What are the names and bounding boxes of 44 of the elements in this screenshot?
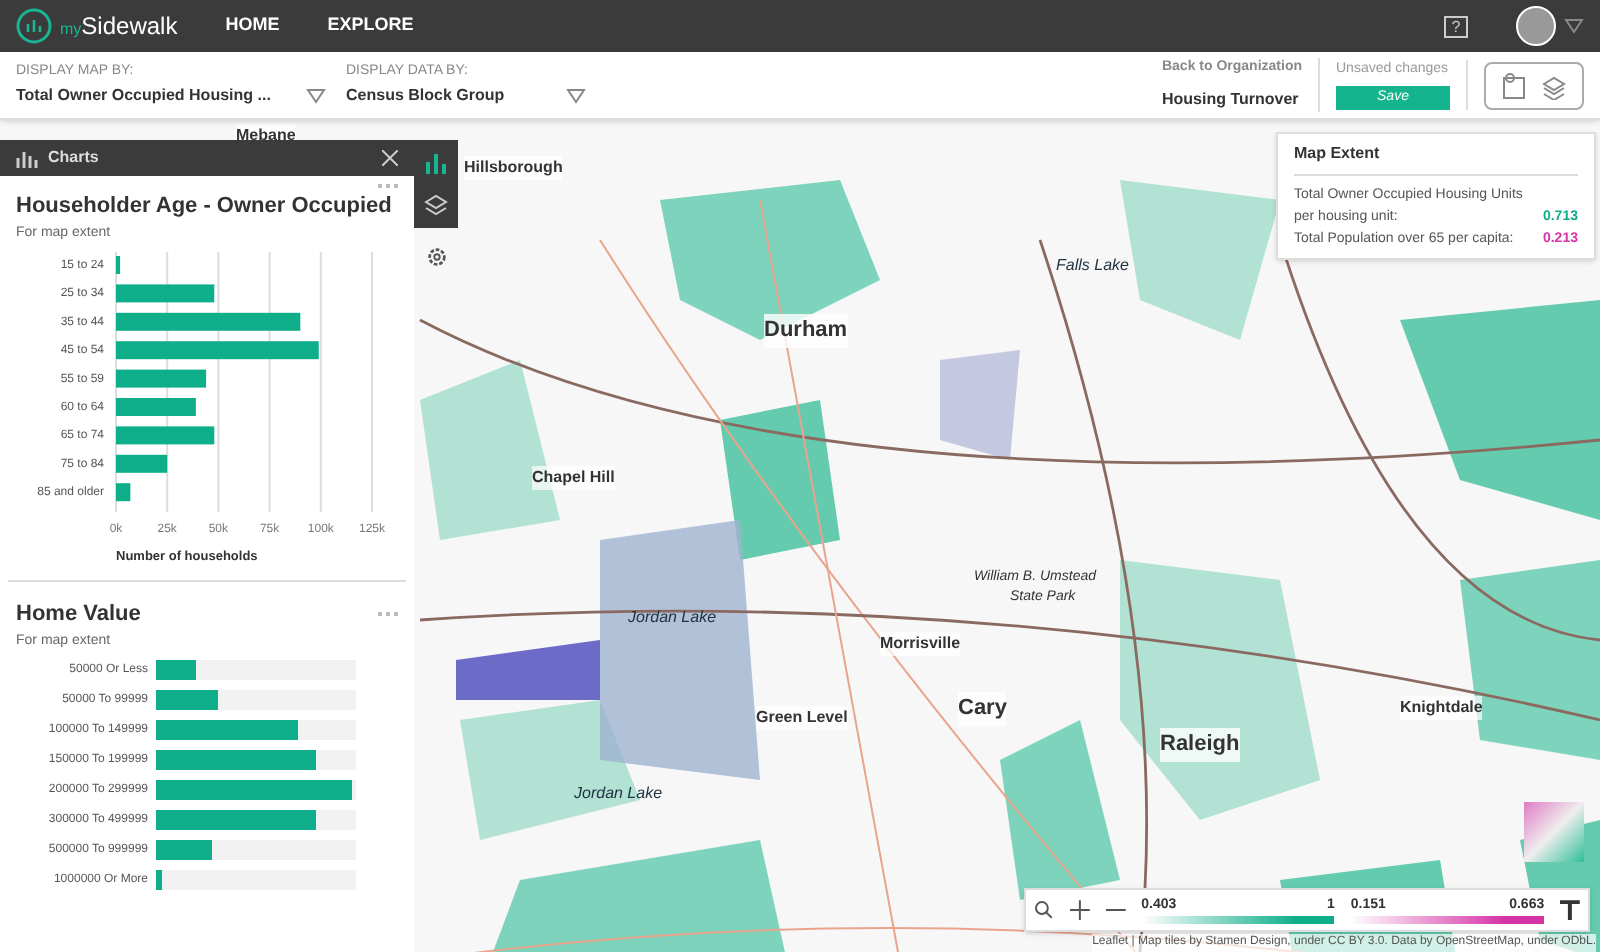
bar [116,369,207,388]
panel-title: Charts [48,146,99,170]
logo-icon[interactable] [16,8,52,44]
search-icon[interactable] [1034,900,1054,920]
bar [116,256,121,274]
map-by-dropdown[interactable]: Total Owner Occupied Housing ... [16,83,326,108]
close-icon[interactable] [382,150,398,166]
chart-title: Home Value [16,600,141,630]
bar [116,483,131,502]
map-label: Morrisville [880,632,961,656]
bar [116,426,215,445]
map-label: Knightdale [1400,696,1483,720]
map-label: Green Level [756,706,848,730]
caret-icon [306,87,326,104]
map-label: Falls Lake [1056,254,1129,278]
map-label: Durham [764,314,848,347]
nav-link[interactable]: EXPLORE [327,12,414,40]
zoom-in-icon[interactable] [1069,900,1090,920]
map-label: Jordan Lake [628,606,717,630]
caret-icon [566,87,586,104]
bar [116,284,215,303]
color-key-square [1524,802,1584,862]
image-icon[interactable] [1502,71,1526,99]
settings-icon[interactable] [426,246,448,268]
bar [116,454,168,473]
bar-chart-icon [16,148,40,168]
card-title: Map Extent [1294,142,1578,176]
map-label: Raleigh [1160,728,1240,761]
logo-text[interactable]: mySidewalk [60,8,178,44]
caret-icon [1564,18,1584,34]
bar-chart-icon[interactable] [424,150,448,174]
avatar[interactable] [1516,6,1556,46]
map-label: Cary [958,692,1007,725]
layers-add-icon[interactable] [1542,71,1566,99]
data-by-dropdown[interactable]: Census Block Group [346,83,586,108]
map-label: Chapel Hill [532,466,615,490]
bar [116,398,196,416]
map-label: Jordan Lake [574,782,663,806]
chart-title: Householder Age - Owner Occupied [16,192,394,222]
nav-link[interactable]: HOME [225,12,280,40]
project-title: Housing Turnover [1161,87,1299,112]
map-label: Hillsborough [464,156,563,180]
help-icon[interactable]: ? [1444,15,1468,37]
layers-icon[interactable] [424,194,448,218]
